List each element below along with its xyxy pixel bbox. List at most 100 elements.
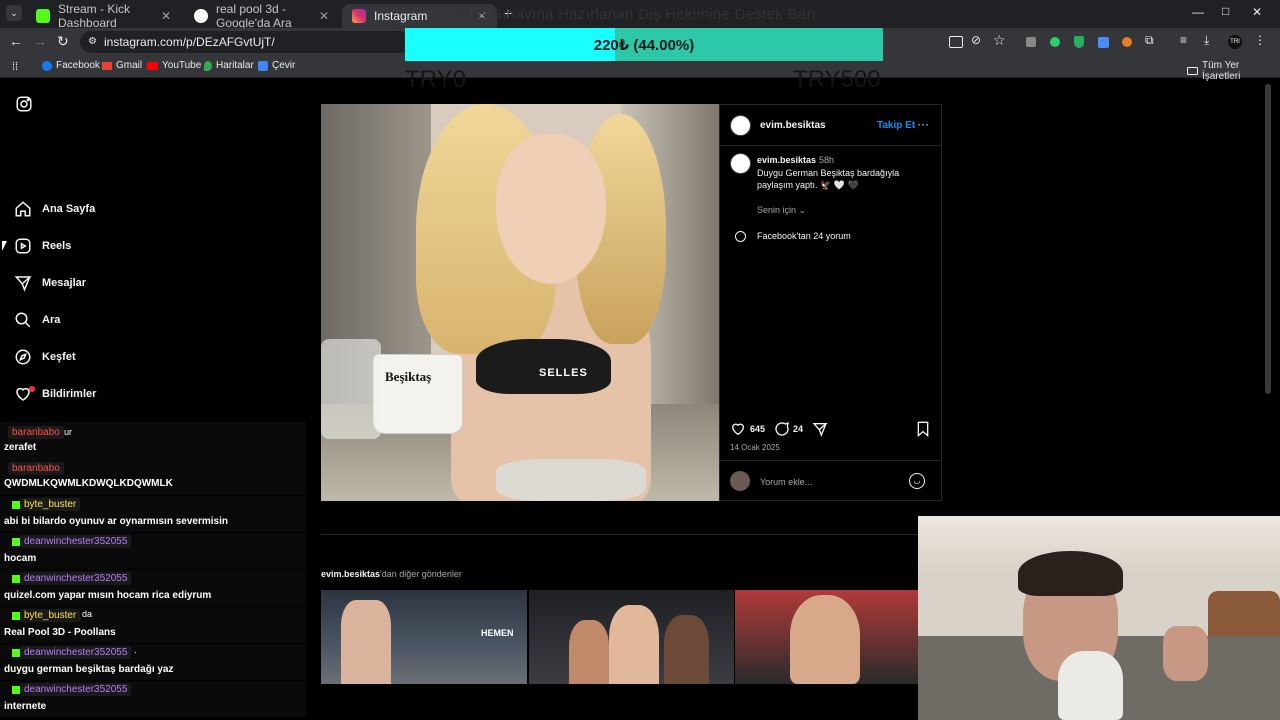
nav-reels[interactable]: Reels xyxy=(14,237,71,255)
comments-count: 24 xyxy=(793,424,804,434)
share-button[interactable] xyxy=(812,421,828,437)
caption-author[interactable]: evim.besiktas xyxy=(757,155,816,165)
tab-title: Stream - Kick Dashboard xyxy=(58,2,131,30)
cast-icon[interactable] xyxy=(949,36,963,48)
caption-author-avatar[interactable] xyxy=(730,153,751,174)
facebook-icon xyxy=(42,60,52,71)
author-avatar[interactable] xyxy=(730,115,751,136)
site-info-icon[interactable]: ⚙ xyxy=(88,36,97,47)
more-post-thumbnail[interactable] xyxy=(529,590,734,684)
nav-label: Ana Sayfa xyxy=(42,203,96,215)
all-bookmarks[interactable]: Tüm Yer İşaretleri xyxy=(1187,60,1280,82)
maximize-button[interactable]: □ xyxy=(1222,4,1229,18)
tab-title: Instagram xyxy=(374,9,428,23)
post-image[interactable]: SELLES Beşiktaş xyxy=(321,104,719,501)
address-bar[interactable]: ⚙ instagram.com/p/DEzAFGvtUjT/ xyxy=(80,31,410,53)
youtube-icon xyxy=(147,61,158,70)
chat-fragment: · xyxy=(134,647,137,657)
download-icon[interactable]: ⤓ xyxy=(1204,33,1209,48)
chevron-down-icon: ⌄ xyxy=(798,205,807,215)
comment-input[interactable]: Yorum ekle... xyxy=(760,477,812,487)
send-icon xyxy=(812,423,828,437)
bookmark-facebook[interactable]: Facebook xyxy=(42,60,100,71)
bookmark-star-icon[interactable]: ☆ xyxy=(993,32,1006,49)
more-options-icon[interactable]: ··· xyxy=(917,117,929,131)
nav-explore[interactable]: Keşfet xyxy=(14,348,76,366)
extension-icon[interactable] xyxy=(1050,37,1060,47)
profile-avatar-icon[interactable]: TRI xyxy=(1228,35,1242,49)
like-button[interactable] xyxy=(730,421,746,437)
donation-max-label: TRY500 xyxy=(793,66,881,93)
chat-text: abi bi bilardo oyunuv ar oynarmısın seve… xyxy=(4,516,228,527)
instagram-logo-icon[interactable] xyxy=(15,95,33,113)
subscriber-badge-icon xyxy=(12,686,20,694)
notification-dot xyxy=(29,386,35,392)
close-window-button[interactable]: ✕ xyxy=(1252,5,1262,19)
folder-icon xyxy=(1187,67,1198,75)
translation-hint[interactable]: Senin için ⌄ xyxy=(757,205,806,216)
bookmark-icon xyxy=(917,421,929,437)
nav-search[interactable]: Ara xyxy=(14,311,60,329)
shield-extension-icon[interactable] xyxy=(1074,36,1084,48)
nav-home[interactable]: Ana Sayfa xyxy=(14,200,95,218)
menu-icon[interactable]: ⋮ xyxy=(1254,33,1266,47)
extension-icon[interactable] xyxy=(1026,37,1036,47)
webcam-feed xyxy=(918,516,1280,720)
bookmark-gmail[interactable]: Gmail xyxy=(102,60,142,71)
minimize-button[interactable]: — xyxy=(1192,5,1204,19)
nav-messages[interactable]: Mesajlar xyxy=(14,274,86,292)
divider xyxy=(720,145,941,146)
bookmark-youtube[interactable]: YouTube xyxy=(147,60,201,71)
player-figure xyxy=(664,615,709,684)
post-date: 14 Ocak 2025 xyxy=(730,443,780,452)
bookmark-label: Çevir xyxy=(272,60,296,71)
gmail-icon xyxy=(102,61,112,70)
translate-extension-icon[interactable] xyxy=(1098,37,1109,48)
more-post-thumbnail[interactable]: HEMEN xyxy=(321,590,527,684)
tab-search-button[interactable]: ⌄ xyxy=(6,5,22,21)
donation-progress-bar: 220₺ (44.00%) xyxy=(405,28,883,61)
follow-button[interactable]: Takip Et xyxy=(877,120,915,131)
author-name[interactable]: evim.besiktas xyxy=(760,120,826,131)
sweatpants xyxy=(496,459,646,501)
more-posts-author[interactable]: evim.besiktas xyxy=(321,569,380,579)
player-figure xyxy=(609,605,659,684)
tab-kick[interactable]: Stream - Kick Dashboard ✕ xyxy=(26,2,181,30)
chat-message: deanwinchester352055 hocam xyxy=(0,533,306,569)
bookmark-label: Haritalar xyxy=(216,60,254,71)
reload-icon[interactable]: ↻ xyxy=(57,33,69,50)
eye-off-icon[interactable]: ⊘ xyxy=(971,33,981,47)
more-posts-suffix: 'dan diğer gönderiler xyxy=(380,569,462,579)
tab-google[interactable]: real pool 3d - Google'da Ara ✕ xyxy=(184,2,339,30)
facebook-comments-link[interactable]: Facebook'tan 24 yorum xyxy=(757,231,851,241)
close-tab-icon[interactable]: ✕ xyxy=(319,9,329,23)
subscriber-badge-icon xyxy=(12,612,20,620)
media-control-icon[interactable]: ≡ xyxy=(1180,33,1187,47)
heart-icon xyxy=(731,423,745,436)
more-post-thumbnail[interactable] xyxy=(735,590,918,684)
streamer-hair xyxy=(1018,551,1123,596)
comment-button[interactable] xyxy=(774,421,790,437)
google-icon xyxy=(194,9,208,23)
chat-text: hocam xyxy=(4,553,37,564)
divider xyxy=(720,460,941,461)
back-icon[interactable]: ← xyxy=(9,33,23,49)
bookmark-translate[interactable]: Çevir xyxy=(258,60,295,71)
send-icon xyxy=(14,276,32,292)
page-scrollbar[interactable] xyxy=(1265,84,1271,394)
puzzle-icon[interactable]: ⧉ xyxy=(1145,33,1154,48)
url-text: instagram.com/p/DEzAFGvtUjT/ xyxy=(104,35,275,49)
search-icon xyxy=(15,312,31,328)
bookmark-maps[interactable]: Haritalar xyxy=(204,60,254,71)
chat-username: deanwinchester352055 xyxy=(20,572,132,585)
forward-icon[interactable]: → xyxy=(33,33,47,49)
emoji-icon[interactable]: ◡ xyxy=(909,473,925,489)
chat-username: deanwinchester352055 xyxy=(20,683,132,696)
compass-icon xyxy=(15,349,31,365)
nav-notifications[interactable]: Bildirimler xyxy=(14,385,96,403)
save-button[interactable] xyxy=(916,421,930,437)
extension-icon[interactable] xyxy=(1122,37,1132,47)
besiktas-mug xyxy=(373,354,463,434)
apps-grid-icon[interactable]: ⁞⁞ xyxy=(12,61,18,73)
close-tab-icon[interactable]: ✕ xyxy=(161,9,171,23)
